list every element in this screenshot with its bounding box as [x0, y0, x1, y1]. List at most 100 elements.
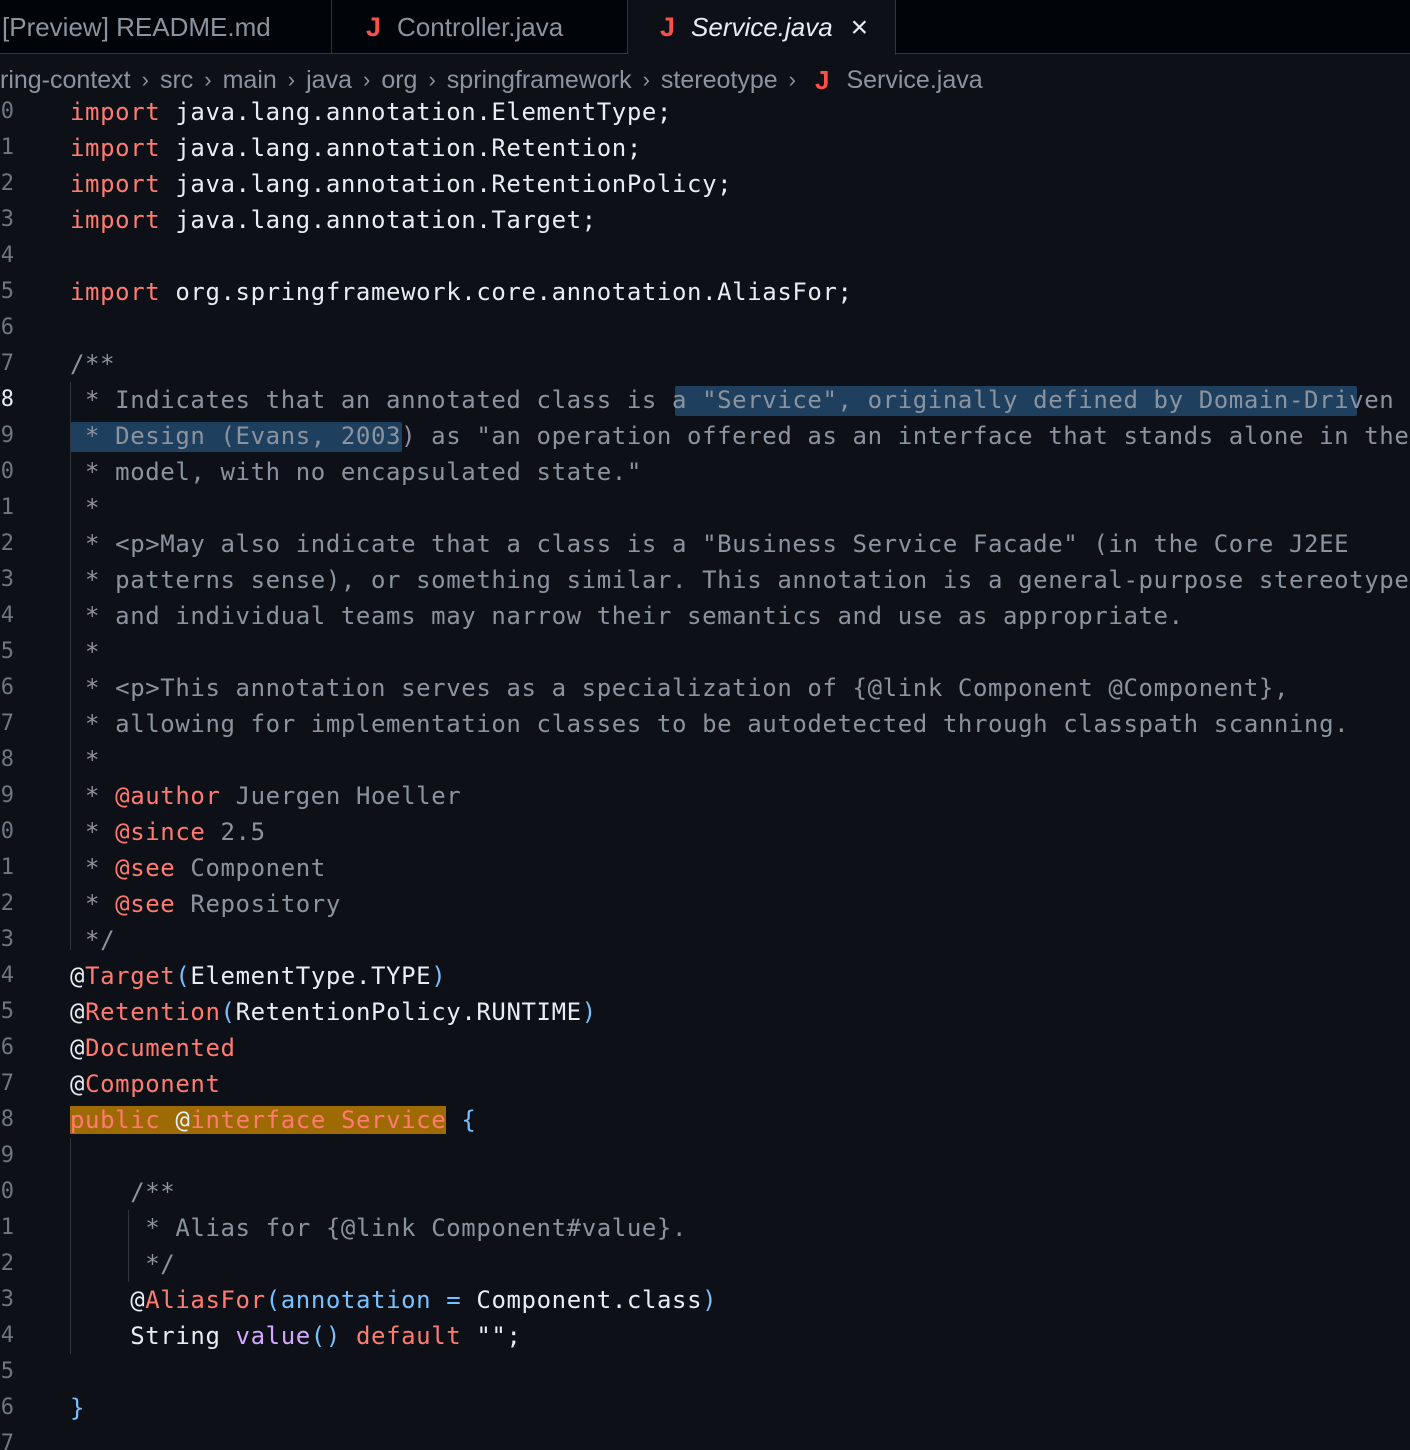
code-line[interactable]: 30 * model, with no encapsulated state." — [0, 454, 1410, 490]
code-line[interactable]: 38 * — [0, 742, 1410, 778]
line-number: 48 — [0, 1107, 14, 1132]
code-editor[interactable]: 20 import java.lang.annotation.ElementTyp… — [0, 94, 1410, 1450]
code-line[interactable]: 48 public @interface Service { — [0, 1102, 1410, 1138]
code-text: * <p>This annotation serves as a special… — [70, 674, 1290, 702]
breadcrumb-item[interactable]: ring-context — [0, 66, 131, 95]
code-line[interactable]: 54 String value() default ""; — [0, 1318, 1410, 1354]
line-number: 49 — [0, 1143, 14, 1168]
line-number: 35 — [0, 639, 14, 664]
code-text: @Component — [70, 1070, 221, 1098]
code-line[interactable]: 52 */ — [0, 1246, 1410, 1282]
code-text: */ — [70, 1250, 176, 1278]
code-line[interactable]: 43 */ — [0, 922, 1410, 958]
tab-label: Service.java — [691, 12, 833, 42]
code-text: * — [70, 746, 101, 774]
code-text: import java.lang.annotation.Target; — [70, 206, 597, 234]
code-line[interactable]: 32 * <p>May also indicate that a class i… — [0, 526, 1410, 562]
line-number: 50 — [0, 1179, 14, 1204]
tab-controller-java[interactable]: J Controller.java — [332, 0, 628, 54]
code-line[interactable]: 22 import java.lang.annotation.RetentionP… — [0, 166, 1410, 202]
code-line[interactable]: 28 * Indicates that an annotated class i… — [0, 382, 1410, 418]
code-line[interactable]: 33 * patterns sense), or something simil… — [0, 562, 1410, 598]
line-number: 45 — [0, 999, 14, 1024]
code-line[interactable]: 46 @Documented — [0, 1030, 1410, 1066]
line-number: 25 — [0, 279, 14, 304]
breadcrumb-item[interactable]: java — [306, 66, 352, 95]
code-text: import org.springframework.core.annotati… — [70, 278, 853, 306]
code-text: @Documented — [70, 1034, 236, 1062]
code-line[interactable]: 57 — [0, 1426, 1410, 1450]
code-text: @Target(ElementType.TYPE) — [70, 962, 447, 990]
line-number: 29 — [0, 423, 14, 448]
line-number: 47 — [0, 1071, 14, 1096]
code-line[interactable]: 36 * <p>This annotation serves as a spec… — [0, 670, 1410, 706]
line-number: 23 — [0, 207, 14, 232]
code-line[interactable]: 29 * Design (Evans, 2003) as "an operati… — [0, 418, 1410, 454]
tab-label: Controller.java — [397, 11, 564, 42]
code-text: * Alias for {@link Component#value}. — [70, 1214, 688, 1242]
code-line[interactable]: 24 — [0, 238, 1410, 274]
java-icon: J — [814, 64, 830, 95]
code-line[interactable]: 50 /** — [0, 1174, 1410, 1210]
code-line[interactable]: 20 import java.lang.annotation.ElementTyp… — [0, 94, 1410, 130]
breadcrumb-item[interactable]: main — [223, 66, 277, 95]
chevron-right-icon: › — [287, 67, 296, 92]
line-number: 51 — [0, 1215, 14, 1240]
code-text: /** — [70, 350, 116, 378]
breadcrumb-item[interactable]: Service.java — [846, 66, 982, 95]
code-text: String value() default ""; — [70, 1322, 522, 1350]
code-line[interactable]: 41 * @see Component — [0, 850, 1410, 886]
breadcrumb-item[interactable]: org — [381, 66, 417, 95]
code-line[interactable]: 39 * @author Juergen Hoeller — [0, 778, 1410, 814]
line-number: 54 — [0, 1323, 14, 1348]
code-line[interactable]: 34 * and individual teams may narrow the… — [0, 598, 1410, 634]
code-text: * patterns sense), or something similar.… — [70, 566, 1410, 594]
breadcrumb-item[interactable]: stereotype — [661, 66, 778, 95]
code-line[interactable]: 25 import org.springframework.core.annota… — [0, 274, 1410, 310]
chevron-right-icon: › — [788, 67, 796, 92]
line-number: 57 — [0, 1431, 14, 1450]
line-number: 21 — [0, 135, 14, 160]
code-text: * allowing for implementation classes to… — [70, 710, 1350, 738]
code-line[interactable]: 56} — [0, 1390, 1410, 1426]
code-text: * <p>May also indicate that a class is a… — [70, 530, 1350, 558]
code-line[interactable]: 55 — [0, 1354, 1410, 1390]
code-line[interactable]: 42 * @see Repository — [0, 886, 1410, 922]
line-number: 39 — [0, 783, 14, 808]
code-text: @Retention(RetentionPolicy.RUNTIME) — [70, 998, 597, 1026]
chevron-right-icon: › — [204, 67, 212, 92]
code-line[interactable]: 44 @Target(ElementType.TYPE) — [0, 958, 1410, 994]
code-line[interactable]: 23 import java.lang.annotation.Target; — [0, 202, 1410, 238]
close-icon[interactable]: × — [851, 11, 869, 45]
code-line[interactable]: 45 @Retention(RetentionPolicy.RUNTIME) — [0, 994, 1410, 1030]
java-icon: J — [660, 12, 676, 42]
code-line[interactable]: 21 import java.lang.annotation.Retention; — [0, 130, 1410, 166]
breadcrumb-item[interactable]: springframework — [447, 66, 632, 95]
tab-readme-preview[interactable]: [Preview] README.md — [0, 0, 332, 54]
line-number: 46 — [0, 1035, 14, 1060]
code-line[interactable]: 40 * @since 2.5 — [0, 814, 1410, 850]
code-text: * model, with no encapsulated state." — [70, 458, 642, 486]
code-line[interactable]: 27 /** — [0, 346, 1410, 382]
code-line[interactable]: 49 — [0, 1138, 1410, 1174]
line-number: 44 — [0, 963, 14, 988]
code-text: @AliasFor(annotation = Component.class) — [130, 1286, 718, 1314]
code-line[interactable]: 37 * allowing for implementation classes… — [0, 706, 1410, 742]
line-number: 31 — [0, 495, 14, 520]
code-line[interactable]: 31 * — [0, 490, 1410, 526]
breadcrumb-item[interactable]: src — [160, 66, 193, 95]
code-text: import java.lang.annotation.Retention; — [70, 134, 642, 162]
line-number: 34 — [0, 603, 14, 628]
code-line[interactable]: 26 — [0, 310, 1410, 346]
line-number: 40 — [0, 819, 14, 844]
tab-service-java[interactable]: J Service.java × — [628, 0, 896, 55]
line-number: 55 — [0, 1359, 14, 1384]
code-line[interactable]: 35 * — [0, 634, 1410, 670]
code-line[interactable]: 51 * Alias for {@link Component#value}. — [0, 1210, 1410, 1246]
code-line[interactable]: 53 @AliasFor(annotation = Component.clas… — [0, 1282, 1410, 1318]
line-number: 22 — [0, 171, 14, 196]
line-number: 43 — [0, 927, 14, 952]
line-number: 20 — [0, 99, 14, 124]
code-line[interactable]: 47 @Component — [0, 1066, 1410, 1102]
code-text: /** — [70, 1178, 176, 1206]
